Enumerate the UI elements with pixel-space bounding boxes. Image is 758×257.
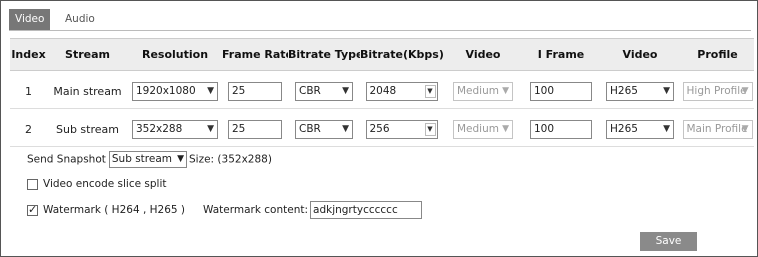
table-row-main-stream: 1 Main stream 1920x1080 ▼ 25 CBR ▼ 2048 ▼ M… [10, 74, 754, 109]
watermark-content-input[interactable]: adkjngrtycccccc [310, 201, 423, 219]
i-frame-input[interactable]: 100 [530, 81, 592, 101]
header-video-codec: Video [599, 38, 681, 71]
chevron-down-icon: ▼ [502, 85, 509, 96]
header-frame-rate: Frame Rate [222, 38, 288, 71]
row-stream-name: Sub stream [47, 112, 128, 147]
video-quality-select[interactable]: Medium ▼ [453, 81, 513, 101]
bitrate-type-select[interactable]: CBR ▼ [295, 81, 353, 101]
header-profile: Profile [681, 38, 754, 71]
resolution-select[interactable]: 1920x1080 ▼ [132, 81, 218, 101]
row-stream-name: Main stream [47, 74, 128, 109]
slice-split-checkbox[interactable] [27, 178, 38, 190]
chevron-down-icon: ▼ [663, 123, 670, 134]
frame-rate-input[interactable]: 25 [228, 119, 282, 139]
watermark-checkbox[interactable]: ✓ [27, 202, 38, 216]
header-bitrate: Bitrate(Kbps) [360, 38, 443, 71]
video-quality-select[interactable]: Medium ▼ [453, 119, 513, 139]
frame-rate-input[interactable]: 25 [228, 81, 282, 101]
bitrate-combo[interactable]: 2048 ▼ [365, 81, 438, 101]
checkmark-icon: ✓ [28, 202, 38, 216]
video-codec-select[interactable]: H265 ▼ [606, 81, 674, 101]
chevron-down-icon: ▼ [741, 85, 749, 96]
chevron-down-icon: ▼ [424, 122, 436, 136]
chevron-down-icon: ▼ [502, 123, 509, 134]
snapshot-size: Size: (352x288) [189, 153, 272, 166]
header-bitrate-type: Bitrate Type [288, 38, 360, 71]
chevron-down-icon: ▼ [663, 85, 670, 96]
chevron-down-icon: ▼ [207, 85, 214, 96]
header-index: Index [10, 38, 47, 71]
header-i-frame: I Frame [523, 38, 599, 71]
snapshot-row: Send Snapshot Sub stream ▼ Size: (352x288) [27, 151, 272, 168]
watermark-label: Watermark ( H264 , H265 ) [43, 204, 186, 216]
video-codec-select[interactable]: H265 ▼ [606, 119, 674, 139]
bitrate-type-select[interactable]: CBR ▼ [295, 119, 353, 139]
slice-split-row: Video encode slice split [27, 178, 167, 190]
profile-select[interactable]: High Profile ▼ [682, 81, 753, 101]
chevron-down-icon: ▼ [177, 154, 184, 164]
stream-settings-table: Index Stream Resolution Frame Rate Bitra… [10, 38, 754, 147]
snapshot-label: Send Snapshot [27, 153, 106, 166]
header-stream: Stream [47, 38, 128, 71]
slice-split-label: Video encode slice split [43, 178, 167, 190]
chevron-down-icon: ▼ [741, 123, 749, 134]
table-row-sub-stream: 2 Sub stream 352x288 ▼ 25 CBR ▼ 256 ▼ Mediu… [10, 112, 754, 147]
snapshot-stream-select[interactable]: Sub stream ▼ [108, 151, 187, 168]
chevron-down-icon: ▼ [342, 85, 349, 96]
watermark-row: ✓ Watermark ( H264 , H265 ) Watermark cont… [27, 201, 423, 219]
table-header-row: Index Stream Resolution Frame Rate Bitra… [10, 38, 754, 71]
header-video-quality: Video [443, 38, 523, 71]
watermark-content-label: Watermark content: [203, 204, 309, 216]
bitrate-combo[interactable]: 256 ▼ [365, 119, 438, 139]
i-frame-input[interactable]: 100 [530, 119, 592, 139]
chevron-down-icon: ▼ [424, 84, 436, 98]
resolution-select[interactable]: 352x288 ▼ [132, 119, 218, 139]
tab-video[interactable]: Video [9, 9, 51, 30]
row-index: 2 [10, 112, 47, 147]
header-resolution: Resolution [128, 38, 222, 71]
tab-bar: Video Audio [9, 9, 751, 31]
chevron-down-icon: ▼ [342, 123, 349, 134]
save-button[interactable]: Save [640, 232, 697, 251]
profile-select[interactable]: Main Profile ▼ [682, 119, 753, 139]
video-settings-panel: Video Audio Index Stream Resolution Fram… [0, 0, 758, 257]
tab-audio[interactable]: Audio [59, 9, 101, 30]
chevron-down-icon: ▼ [207, 123, 214, 134]
row-index: 1 [10, 74, 47, 109]
